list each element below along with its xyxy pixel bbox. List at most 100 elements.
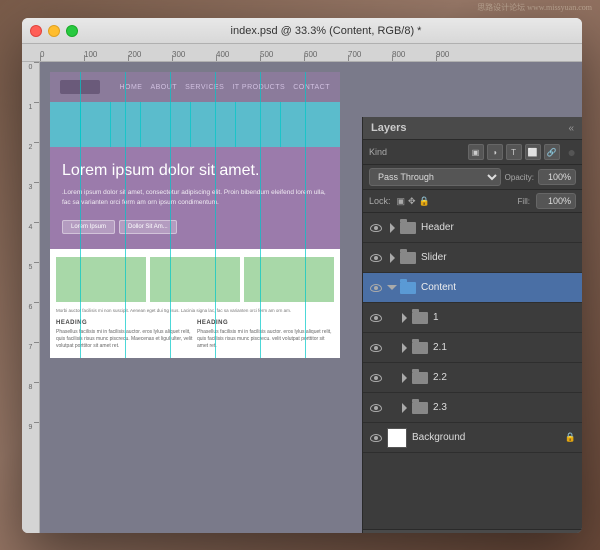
- layer-name-2-1: 2.1: [433, 342, 576, 353]
- filter-icon-smart[interactable]: 🔗: [544, 144, 560, 160]
- layers-list[interactable]: Header Slider: [363, 213, 582, 529]
- window-title: index.psd @ 33.3% (Content, RGB/8) *: [78, 25, 574, 37]
- ruler-left-mark: 4: [22, 222, 39, 262]
- layer-expand-slider[interactable]: [387, 253, 397, 263]
- lorem-ipsum-button[interactable]: Lorem Ipsum: [62, 220, 115, 234]
- eye-icon: [370, 404, 382, 412]
- expand-triangle-down: [387, 285, 397, 290]
- body-text-2: Phasellus facilisis mi in facilisis auct…: [197, 329, 334, 350]
- ruler-left-mark: 9: [22, 422, 39, 462]
- eye-icon: [370, 284, 382, 292]
- layer-item-content[interactable]: Content: [363, 273, 582, 303]
- lock-row: Lock: ▣ ✥ 🔒 Fill: 100%: [363, 190, 582, 213]
- guide-line: [280, 102, 281, 147]
- layer-expand-content[interactable]: [387, 283, 397, 293]
- layer-item-header[interactable]: Header: [363, 213, 582, 243]
- section-title: Lorem ipsum dolor sit amet.: [62, 162, 328, 180]
- filter-label: Kind: [369, 147, 387, 157]
- layer-eye-1[interactable]: [369, 311, 383, 325]
- filter-icon-pixel[interactable]: ▣: [468, 144, 484, 160]
- filter-icon-shape[interactable]: ⬜: [525, 144, 541, 160]
- layer-eye-2-2[interactable]: [369, 371, 383, 385]
- lock-all-icon[interactable]: 🔒: [419, 196, 430, 207]
- watermark: 思路设计论坛 www.missyuan.com: [477, 2, 592, 13]
- layer-name-2-3: 2.3: [433, 402, 576, 413]
- panel-collapse-button[interactable]: «: [568, 123, 574, 134]
- ruler-mark: 700: [348, 50, 392, 61]
- close-button[interactable]: [30, 25, 42, 37]
- layer-eye-header[interactable]: [369, 221, 383, 235]
- opacity-value[interactable]: 100%: [538, 169, 576, 185]
- ruler-left-mark: 5: [22, 262, 39, 302]
- guide-line: [110, 102, 111, 147]
- layer-expand-2-1[interactable]: [399, 343, 409, 353]
- ruler-left-mark: 8: [22, 382, 39, 422]
- ruler-mark: 300: [172, 50, 216, 61]
- filter-icon-adjust[interactable]: ◑: [487, 144, 503, 160]
- layer-name-slider: Slider: [421, 252, 576, 263]
- ruler-mark: 0: [40, 50, 84, 61]
- folder-icon-header: [400, 222, 416, 234]
- eye-icon: [370, 314, 382, 322]
- panel-header: Layers «: [363, 117, 582, 140]
- ruler-left-mark: 1: [22, 102, 39, 142]
- folder-icon-1: [412, 312, 428, 324]
- ruler-left-mark: 0: [22, 62, 39, 102]
- ruler-left-mark: 3: [22, 182, 39, 222]
- layer-item-2-3[interactable]: 2.3: [363, 393, 582, 423]
- expand-triangle-right: [402, 373, 407, 383]
- layer-item-2-1[interactable]: 2.1: [363, 333, 582, 363]
- ruler-mark: 100: [84, 50, 128, 61]
- layer-expand-header[interactable]: [387, 223, 397, 233]
- layer-expand-2-3[interactable]: [399, 403, 409, 413]
- nav-link-home: HOME: [119, 84, 142, 91]
- content-row: 0 1 2 3 4 5 6 7 8 9 HOME: [22, 62, 582, 533]
- ruler-mark: 200: [128, 50, 172, 61]
- ruler-mark: 900: [436, 50, 480, 61]
- layer-item-background[interactable]: Background 🔒: [363, 423, 582, 453]
- layer-expand-1[interactable]: [399, 313, 409, 323]
- heading-1: HEADING: [56, 320, 193, 326]
- eye-icon: [370, 344, 382, 352]
- fill-value[interactable]: 100%: [536, 193, 576, 209]
- green-box-1: [56, 257, 146, 302]
- layer-item-1[interactable]: 1: [363, 303, 582, 333]
- layer-eye-2-3[interactable]: [369, 401, 383, 415]
- panel-title: Layers: [371, 122, 406, 134]
- layer-eye-background[interactable]: [369, 431, 383, 445]
- guide-line: [190, 102, 191, 147]
- layer-item-slider[interactable]: Slider: [363, 243, 582, 273]
- layer-expand-2-2[interactable]: [399, 373, 409, 383]
- heading-2: HEADING: [197, 320, 334, 326]
- minimize-button[interactable]: [48, 25, 60, 37]
- layers-panel: Layers « Kind ▣ ◑ T ⬜ 🔗 ●: [362, 117, 582, 533]
- filter-icon-type[interactable]: T: [506, 144, 522, 160]
- layer-item-2-2[interactable]: 2.2: [363, 363, 582, 393]
- dolor-sit-button[interactable]: Dollor Sit Am...: [119, 220, 177, 234]
- green-boxes: [56, 257, 334, 302]
- ruler-marks: 0 100 200 300 400 500 600 700 800 900: [40, 44, 480, 61]
- layer-eye-content[interactable]: [369, 281, 383, 295]
- expand-triangle-right: [390, 223, 395, 233]
- main-canvas[interactable]: HOME ABOUT SERVICES IT PRODUCTS CONTACT: [40, 62, 582, 533]
- maximize-button[interactable]: [66, 25, 78, 37]
- nav-logo: [60, 80, 100, 94]
- lock-position-icon[interactable]: ✥: [408, 196, 416, 207]
- layer-eye-slider[interactable]: [369, 251, 383, 265]
- green-box-3: [244, 257, 334, 302]
- expand-triangle-right: [390, 253, 395, 263]
- layer-thumbnail-background: [387, 428, 407, 448]
- blend-mode-row: Pass Through Normal Multiply Screen Opac…: [363, 165, 582, 190]
- design-canvas: HOME ABOUT SERVICES IT PRODUCTS CONTACT: [50, 72, 340, 358]
- ruler-mark: 400: [216, 50, 260, 61]
- filter-toggle[interactable]: ●: [568, 144, 576, 160]
- blend-mode-dropdown[interactable]: Pass Through Normal Multiply Screen: [369, 168, 501, 186]
- section-buttons: Lorem Ipsum Dollor Sit Am...: [62, 220, 328, 234]
- ruler-left: 0 1 2 3 4 5 6 7 8 9: [22, 62, 40, 533]
- layer-eye-2-1[interactable]: [369, 341, 383, 355]
- lock-pixels-icon[interactable]: ▣: [397, 196, 406, 207]
- opacity-label: Opacity:: [505, 173, 534, 182]
- eye-icon: [370, 224, 382, 232]
- guide-line: [140, 102, 141, 147]
- small-text-block: Morbi auctor facilisis mi non suscipit. …: [56, 308, 334, 314]
